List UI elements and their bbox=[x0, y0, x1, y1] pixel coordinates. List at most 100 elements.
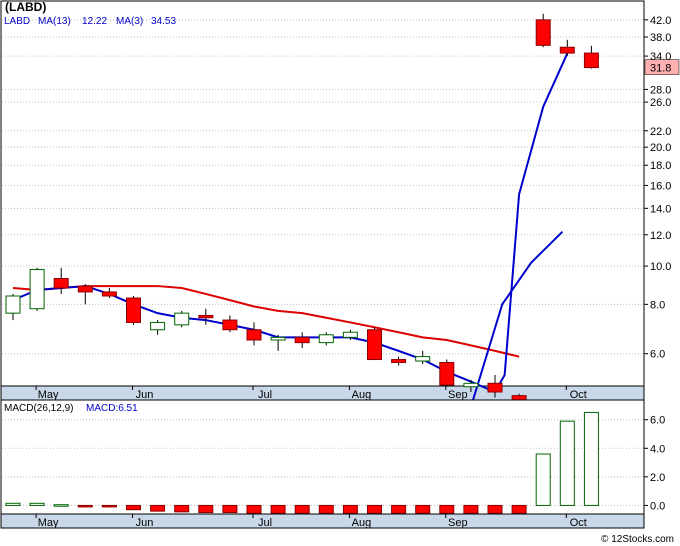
price-y-tick-label: 12.0 bbox=[650, 230, 671, 242]
macd-bar-negative bbox=[463, 504, 479, 514]
candle-body bbox=[29, 269, 45, 310]
candle-up bbox=[29, 267, 45, 311]
candle-body bbox=[77, 285, 93, 293]
candle-body bbox=[463, 382, 479, 388]
macd-bar-negative bbox=[391, 504, 407, 514]
macd-x-tick-label: May bbox=[38, 517, 59, 529]
candle-body bbox=[246, 329, 262, 341]
macd-bar-negative bbox=[101, 504, 117, 508]
price-x-axis-band bbox=[0, 385, 645, 401]
macd-x-tick-label: Jun bbox=[136, 517, 154, 529]
watermark: © 12Stocks.com bbox=[601, 534, 674, 545]
legend-macd-params: MACD(26,12,9) bbox=[4, 403, 73, 414]
macd-bar-negative bbox=[150, 504, 166, 512]
price-y-tick-label: 26.0 bbox=[650, 97, 671, 109]
candle-body bbox=[150, 321, 166, 331]
price-legend: LABD MA(13) 12.22 MA(3) 34.53 bbox=[4, 16, 176, 27]
candle-body bbox=[559, 46, 575, 54]
candle-body bbox=[222, 319, 238, 331]
candle-body bbox=[126, 297, 141, 323]
price-y-tick-label: 6.0 bbox=[650, 349, 665, 361]
legend-labd: LABD bbox=[4, 16, 30, 27]
candle-body bbox=[294, 336, 310, 344]
macd-bar-negative bbox=[511, 504, 527, 514]
price-y-tick-label: 16.0 bbox=[650, 180, 671, 192]
chart-title: (LABD) bbox=[5, 0, 46, 14]
candle-body bbox=[342, 331, 358, 338]
macd-bar-negative bbox=[246, 504, 262, 514]
macd-bar-negative bbox=[439, 504, 455, 514]
candle-body bbox=[583, 52, 599, 69]
macd-bar-negative bbox=[222, 504, 238, 514]
price-y-tick-label: 28.0 bbox=[650, 84, 671, 96]
macd-bar-negative bbox=[294, 504, 310, 514]
price-y-tick-label: 42.0 bbox=[650, 15, 671, 27]
candle-body bbox=[439, 362, 455, 386]
macd-x-tick-label: Oct bbox=[570, 517, 587, 529]
price-x-tick-label: Jun bbox=[136, 389, 154, 401]
candle-body bbox=[318, 334, 334, 344]
candle-body bbox=[391, 359, 407, 364]
macd-bar-negative bbox=[77, 504, 93, 508]
price-y-tick-label: 8.0 bbox=[650, 299, 665, 311]
last-price-label: 31.8 bbox=[650, 63, 671, 75]
legend-macd-value: MACD:6.51 bbox=[86, 403, 138, 414]
macd-y-tick-label: 4.0 bbox=[650, 443, 665, 455]
macd-y-tick-label: 6.0 bbox=[650, 415, 665, 427]
price-x-tick-label: Jul bbox=[258, 389, 272, 401]
candle-body bbox=[174, 312, 190, 326]
macd-bar-negative bbox=[126, 504, 141, 511]
chart-canvas: 42.038.034.028.026.022.020.018.016.014.0… bbox=[0, 0, 680, 529]
price-y-tick-label: 20.0 bbox=[650, 142, 671, 154]
macd-panel: 6.0 4.0 2.0 0.0 May Jun Jul Aug Sep Oct MACD(26,… bbox=[0, 399, 665, 529]
price-y-tick-label: 22.0 bbox=[650, 126, 671, 138]
candle-body bbox=[101, 291, 117, 297]
macd-bar-negative bbox=[174, 504, 190, 513]
macd-bar-negative bbox=[367, 504, 382, 514]
legend-ma13-label: MA(13) bbox=[38, 16, 71, 27]
candle-body bbox=[415, 356, 431, 362]
price-x-tick-label: Aug bbox=[352, 389, 372, 401]
macd-bar-positive bbox=[583, 411, 599, 506]
price-x-tick-label: May bbox=[38, 389, 59, 401]
macd-bar-negative bbox=[318, 504, 334, 514]
macd-bar-positive bbox=[5, 502, 21, 506]
price-panel: 42.038.034.028.026.022.020.018.016.014.0… bbox=[0, 0, 680, 408]
last-price-marker: 31.8 bbox=[644, 59, 680, 75]
price-x-tick-label: Sep bbox=[448, 389, 468, 401]
macd-legend: MACD(26,12,9) MACD:6.51 bbox=[4, 403, 138, 414]
candle-body bbox=[198, 314, 214, 319]
macd-x-axis-band bbox=[0, 513, 645, 529]
macd-bar-positive bbox=[53, 504, 69, 507]
price-y-tick-label: 14.0 bbox=[650, 203, 671, 215]
macd-x-tick-label: Jul bbox=[258, 517, 272, 529]
macd-bar-positive bbox=[29, 502, 45, 506]
macd-y-tick-label: 0.0 bbox=[650, 500, 665, 512]
macd-y-axis: 6.0 4.0 2.0 0.0 bbox=[644, 415, 665, 512]
candle-body bbox=[367, 329, 382, 361]
price-y-tick-label: 10.0 bbox=[650, 261, 671, 273]
candle-body bbox=[535, 19, 551, 46]
candle-down bbox=[367, 327, 382, 361]
legend-ma3-label: MA(3) bbox=[116, 16, 143, 27]
candle-body bbox=[487, 382, 503, 393]
price-panel-frame bbox=[0, 0, 645, 387]
candle-body bbox=[5, 295, 21, 314]
macd-bar-negative bbox=[342, 504, 358, 514]
macd-x-tick-label: Sep bbox=[448, 517, 468, 529]
candle-body bbox=[270, 336, 286, 341]
macd-y-tick-label: 2.0 bbox=[650, 472, 665, 484]
macd-bar-negative bbox=[270, 504, 286, 514]
macd-bar-negative bbox=[487, 504, 503, 514]
candle-down bbox=[439, 359, 455, 387]
candle-down bbox=[126, 295, 141, 325]
candle-up bbox=[174, 310, 190, 328]
macd-bar-positive bbox=[559, 420, 575, 506]
price-y-tick-label: 38.0 bbox=[650, 32, 671, 44]
macd-x-tick-label: Aug bbox=[352, 517, 372, 529]
legend-ma3-value: 34.53 bbox=[151, 16, 176, 27]
price-y-tick-label: 18.0 bbox=[650, 160, 671, 172]
macd-bar-negative bbox=[198, 504, 214, 514]
legend-ma13-value: 12.22 bbox=[82, 16, 107, 27]
price-x-tick-label: Oct bbox=[570, 389, 587, 401]
